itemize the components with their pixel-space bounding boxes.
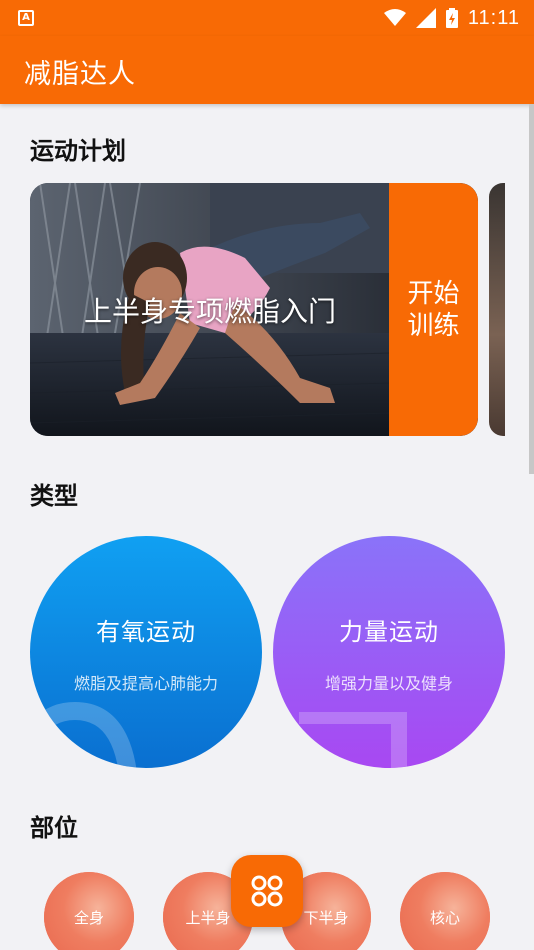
section-title-part: 部位 [30,814,78,842]
plan-card-title: 上半身专项燃脂入门 [83,294,336,328]
type-strength-button[interactable]: 力量运动 增强力量以及健身 [273,536,505,768]
app-bar: 减脂达人 [0,36,534,104]
type-desc: 燃脂及提高心肺能力 [73,674,218,693]
section-title-type: 类型 [30,482,78,510]
part-label: 下半身 [303,908,349,927]
type-aerobic-button[interactable]: 有氧运动 燃脂及提高心肺能力 [30,536,262,768]
start-training-label: 开始训练 [407,278,460,341]
status-time: 11:11 [467,6,520,29]
type-name: 有氧运动 [96,618,196,646]
part-core-button[interactable]: 核心 [400,872,490,950]
app-title: 减脂达人 [24,59,136,90]
part-label: 全身 [73,908,104,927]
part-label: 核心 [429,908,460,927]
status-icons: 11:11 [383,6,520,30]
app-notification-icon: A [18,10,34,26]
battery-charging-icon [445,8,458,28]
plan-card[interactable]: 上半身专项燃脂入门 开始训练 [30,183,478,436]
part-full-body-button[interactable]: 全身 [44,872,134,950]
type-name: 力量运动 [339,618,439,646]
plan-card-next-peek[interactable] [489,183,505,436]
scrollbar[interactable] [529,104,534,474]
start-training-button[interactable]: 开始训练 [389,183,478,436]
type-desc: 增强力量以及健身 [324,674,453,693]
status-bar: A 11:11 [0,0,534,36]
menu-fab-button[interactable] [231,855,303,927]
decorative-frame-icon [299,712,407,768]
cellular-signal-icon [415,8,436,28]
decorative-arc-icon [30,701,137,768]
section-title-plan: 运动计划 [30,137,126,165]
wifi-icon [383,9,406,26]
part-label: 上半身 [185,908,231,927]
grid-icon [251,875,283,907]
